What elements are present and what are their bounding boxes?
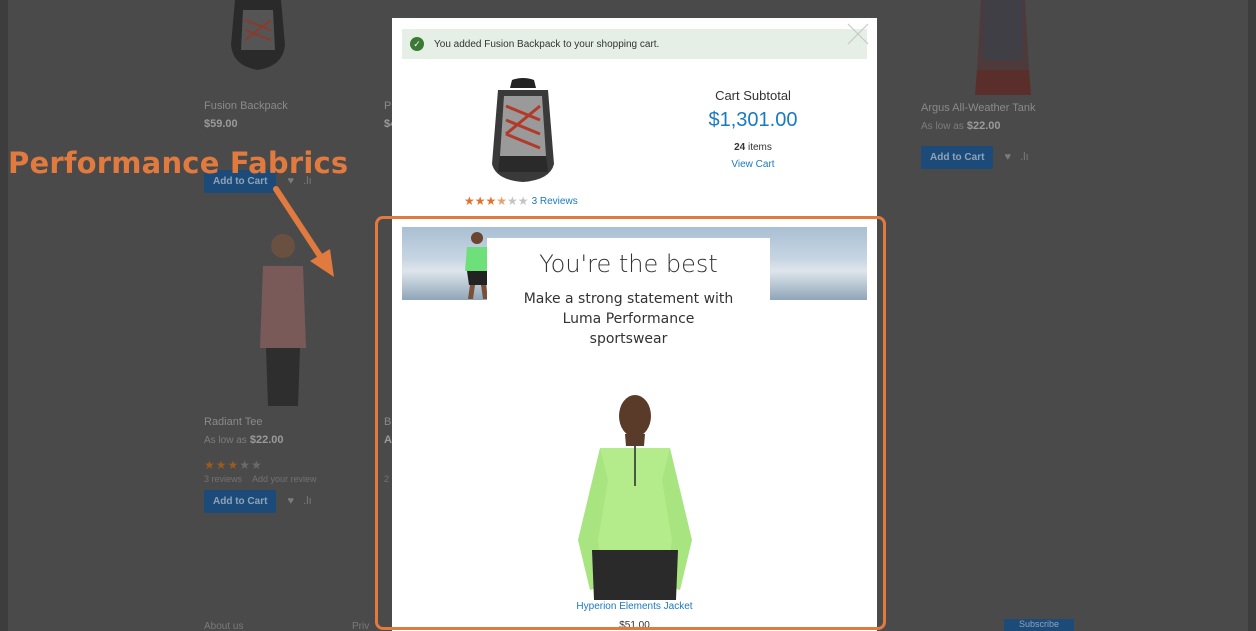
product-price: $59.00 bbox=[204, 118, 238, 130]
product-image-fusion-backpack bbox=[231, 0, 285, 70]
reviews-link[interactable]: 3 reviews bbox=[204, 474, 242, 484]
product-name[interactable]: Argus All-Weather Tank bbox=[921, 102, 1036, 114]
add-to-cart-button[interactable]: Add to Cart bbox=[204, 490, 277, 513]
product-card-argus-tank: Argus All-Weather Tank As low as $22.00 … bbox=[921, 102, 1036, 169]
product-name[interactable]: Fusion Backpack bbox=[204, 100, 312, 112]
checkmark-icon: ✓ bbox=[410, 37, 424, 51]
product-image-fusion-backpack bbox=[492, 78, 554, 182]
view-cart-link[interactable]: View Cart bbox=[688, 159, 818, 170]
product-rating: ★★★★★★ 3 Reviews bbox=[464, 194, 578, 208]
cart-items-label: items bbox=[748, 142, 772, 153]
compare-icon[interactable]: .lı bbox=[1020, 151, 1029, 163]
cart-subtotal-amount: $1,301.00 bbox=[708, 109, 798, 131]
footer-about-link[interactable]: About us bbox=[204, 621, 243, 631]
wishlist-heart-icon[interactable]: ♥ bbox=[288, 495, 295, 507]
subscribe-button[interactable]: Subscribe bbox=[1004, 619, 1074, 631]
close-icon[interactable] bbox=[844, 20, 872, 48]
success-message: ✓ You added Fusion Backpack to your shop… bbox=[402, 29, 867, 59]
rating-stars: ★★★★★ bbox=[204, 458, 263, 472]
compare-icon[interactable]: .lı bbox=[303, 495, 312, 507]
footer-privacy-link[interactable]: Priv bbox=[352, 621, 369, 631]
product-price: $22.00 bbox=[249, 434, 284, 446]
cart-summary: Cart Subtotal $1,301.00 24 items View Ca… bbox=[688, 88, 818, 170]
product-card-radiant-tee: Radiant Tee As low as $22.00 ★★★★★ 3 rev… bbox=[204, 416, 317, 513]
add-to-cart-button[interactable]: Add to Cart bbox=[921, 146, 994, 169]
product-price: $22.00 bbox=[966, 120, 1001, 132]
add-review-link[interactable]: Add your review bbox=[252, 474, 317, 484]
wishlist-heart-icon[interactable]: ♥ bbox=[1005, 151, 1012, 163]
rating-stars: ★★★★★★ bbox=[464, 194, 529, 208]
product-name[interactable]: Radiant Tee bbox=[204, 416, 317, 428]
product-image-argus-tank bbox=[975, 0, 1031, 95]
reviews-link[interactable]: 3 Reviews bbox=[532, 196, 578, 207]
cart-subtotal-label: Cart Subtotal bbox=[715, 88, 791, 103]
price-prefix: As low as bbox=[921, 121, 964, 132]
cart-items-count: 24 bbox=[734, 142, 746, 153]
price-prefix: As low as bbox=[204, 435, 247, 446]
annotation-arrow-icon bbox=[273, 186, 334, 277]
success-message-text: You added Fusion Backpack to your shoppi… bbox=[434, 38, 660, 50]
annotation-highlight-box bbox=[375, 216, 886, 630]
annotation-label: Performance Fabrics bbox=[8, 146, 349, 180]
